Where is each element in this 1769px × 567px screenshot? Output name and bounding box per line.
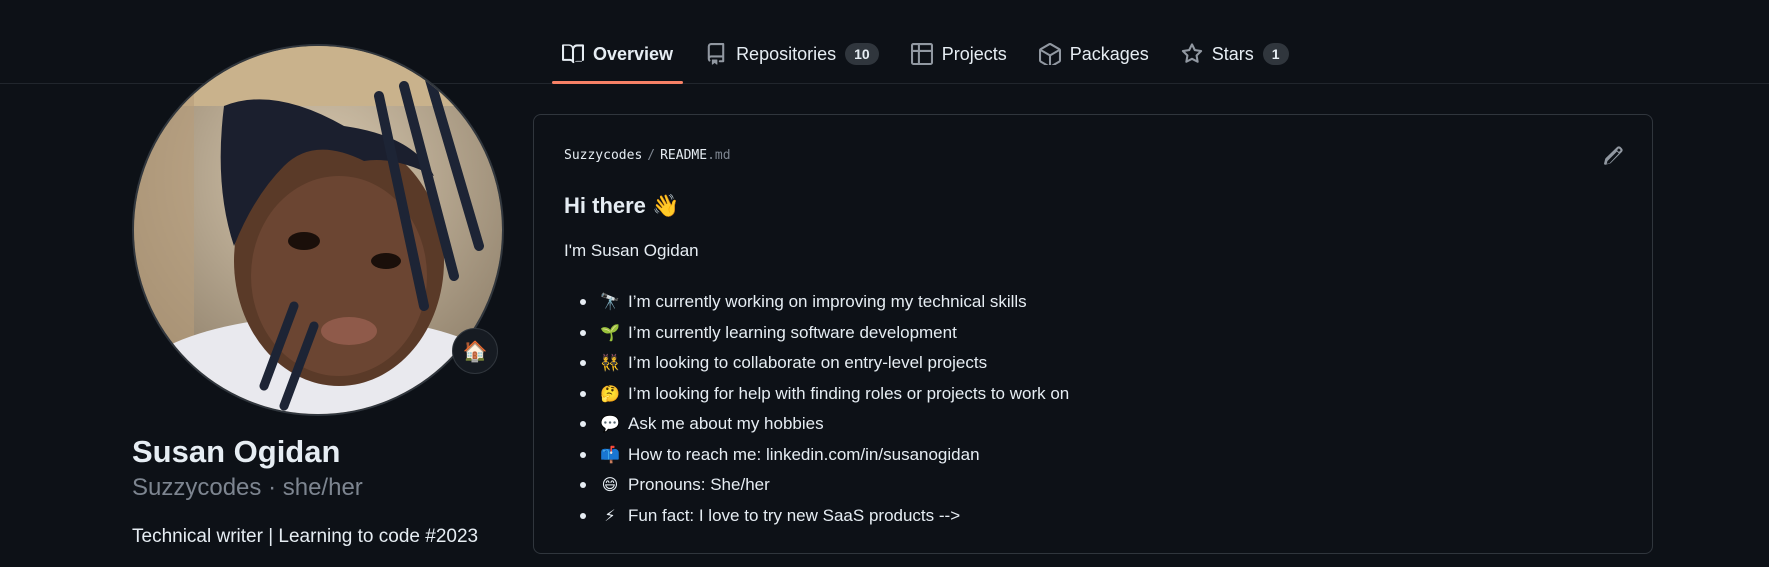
list-item-text: Ask me about my hobbies — [628, 414, 824, 434]
bullet — [580, 482, 586, 489]
tab-projects[interactable]: Projects — [901, 38, 1017, 70]
tab-projects-label: Projects — [941, 43, 1007, 64]
tab-overview-label: Overview — [593, 43, 674, 64]
thinking-face-icon: 🤔 — [600, 385, 620, 403]
home-icon: 🏠 — [462, 340, 488, 363]
seedling-icon: 🌱 — [600, 324, 620, 342]
package-icon — [1038, 43, 1061, 65]
bullet — [580, 299, 586, 306]
readme-breadcrumb: Suzzycodes / README.md — [564, 148, 731, 163]
tab-stars[interactable]: Stars 1 — [1171, 38, 1299, 70]
repositories-count-badge: 10 — [845, 43, 879, 65]
readme-card: Suzzycodes / README.md Hi there 👋 I'm Su… — [533, 114, 1653, 554]
pencil-icon — [1602, 146, 1624, 171]
bullet — [580, 329, 586, 336]
book-icon — [562, 43, 584, 65]
list-item: 😄 Pronouns: She/her — [564, 470, 1069, 501]
tab-overview[interactable]: Overview — [552, 38, 684, 84]
bullet — [580, 360, 586, 367]
list-item: 👯 I’m looking to collaborate on entry-lev… — [564, 348, 1069, 379]
profile-bio: Technical writer | Learning to code #202… — [132, 526, 479, 547]
list-item: ⚡ Fun fact: I love to try new SaaS produc… — [564, 501, 1069, 532]
table-icon — [910, 43, 933, 65]
list-item: 🔭 I’m currently working on improving my t… — [564, 287, 1069, 318]
smile-icon: 😄 — [601, 477, 619, 495]
list-item-text: I’m looking to collaborate on entry-leve… — [628, 353, 988, 373]
list-item: 🌱 I’m currently learning software develop… — [564, 318, 1069, 349]
list-item-text: How to reach me: linkedin.com/in/susanog… — [628, 444, 980, 464]
star-icon — [1181, 43, 1203, 65]
list-item: 🤔 I’m looking for help with finding roles… — [564, 379, 1069, 410]
list-item-text: I’m currently learning software developm… — [628, 322, 957, 342]
lightning-icon: ⚡ — [604, 507, 616, 525]
bullet — [580, 390, 586, 397]
people-icon: 👯 — [600, 355, 620, 373]
list-item: 📫 How to reach me: linkedin.com/in/susano… — [564, 440, 1069, 471]
speech-bubble-icon: 💬 — [600, 416, 620, 434]
readme-list: 🔭 I’m currently working on improving my t… — [564, 287, 1069, 531]
list-item: 💬 Ask me about my hobbies — [564, 409, 1069, 440]
list-item-text: I’m looking for help with finding roles … — [628, 383, 1070, 403]
tab-list: Overview Repositories 10 Projects Packag… — [552, 38, 1311, 84]
readme-file-name: README — [660, 148, 708, 163]
breadcrumb-separator: / — [647, 148, 656, 163]
avatar-container: 🏠 — [132, 44, 504, 416]
bullet — [580, 421, 586, 428]
telescope-icon: 🔭 — [600, 294, 620, 312]
edit-readme-button[interactable] — [1602, 145, 1624, 167]
readme-owner-link[interactable]: Suzzycodes — [564, 148, 642, 163]
list-item-text: I’m currently working on improving my te… — [628, 292, 1027, 312]
readme-intro: I'm Susan Ogidan — [564, 241, 699, 260]
bullet — [580, 512, 586, 519]
profile-username: Suzzycodes · she/her — [132, 474, 363, 501]
avatar[interactable] — [132, 44, 504, 416]
profile-name: Susan Ogidan — [132, 434, 341, 469]
tab-repositories[interactable]: Repositories 10 — [695, 38, 889, 70]
tab-stars-label: Stars — [1211, 43, 1254, 64]
tab-packages[interactable]: Packages — [1029, 38, 1159, 70]
tab-packages-label: Packages — [1069, 43, 1149, 64]
repo-icon — [705, 43, 727, 65]
tab-repositories-label: Repositories — [736, 43, 837, 64]
readme-heading: Hi there 👋 — [564, 193, 680, 218]
mailbox-icon: 📫 — [600, 446, 620, 464]
status-button[interactable]: 🏠 — [452, 328, 498, 374]
bullet — [580, 451, 586, 458]
stars-count-badge: 1 — [1262, 43, 1289, 65]
list-item-text: Fun fact: I love to try new SaaS product… — [628, 505, 961, 525]
readme-file-ext: .md — [707, 148, 731, 163]
list-item-text: Pronouns: She/her — [628, 475, 770, 495]
